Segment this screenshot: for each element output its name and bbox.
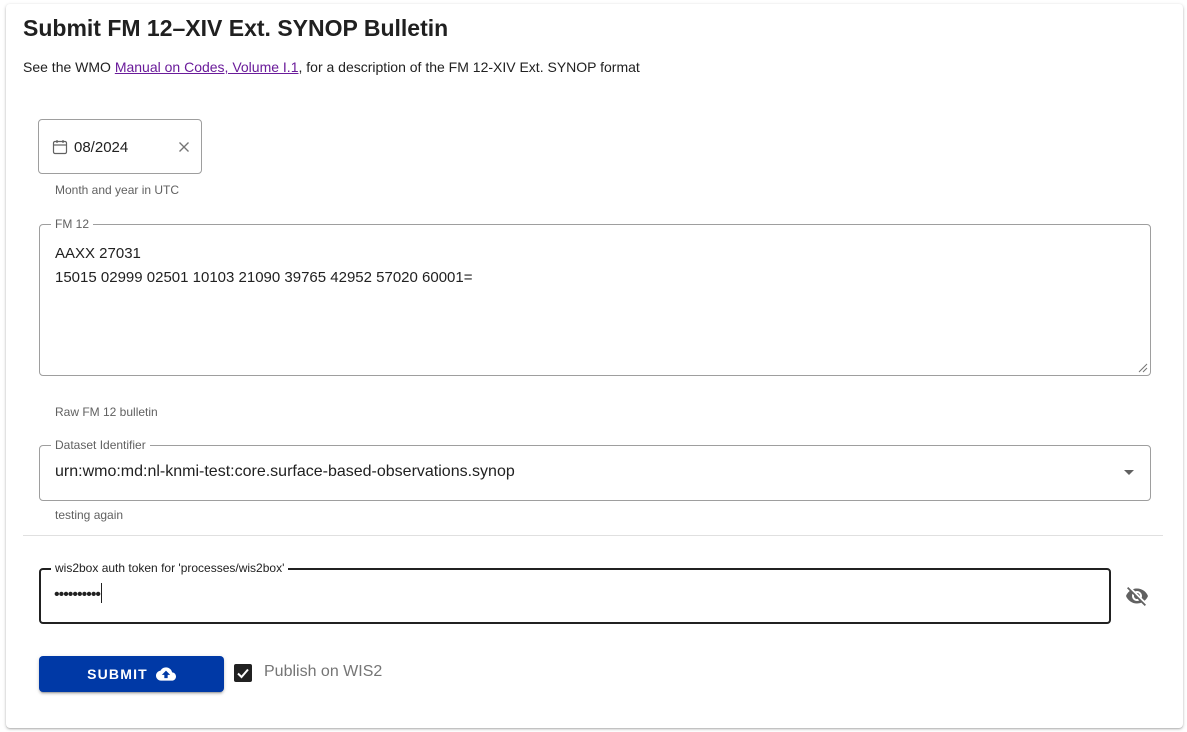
calendar-icon [52, 140, 68, 155]
section-divider [23, 535, 1163, 536]
month-year-field[interactable]: 08/2024 [38, 119, 202, 174]
cloud-upload-icon [155, 667, 176, 681]
resize-handle-icon[interactable] [1138, 363, 1148, 373]
submit-button[interactable]: SUBMIT [39, 656, 224, 692]
publish-checkbox-label[interactable]: Publish on WIS2 [264, 663, 382, 681]
manual-on-codes-link[interactable]: Manual on Codes, Volume I.1 [115, 59, 299, 75]
dataset-identifier-value: urn:wmo:md:nl-knmi-test:core.surface-bas… [55, 463, 515, 480]
subtitle-text-before: See the WMO [23, 59, 115, 75]
dataset-identifier-select[interactable]: Dataset Identifier urn:wmo:md:nl-knmi-te… [39, 438, 1151, 501]
subtitle-text-after: , for a description of the FM 12-XIV Ext… [298, 59, 640, 75]
month-year-value: 08/2024 [74, 139, 129, 156]
dataset-identifier-hint: testing again [55, 508, 124, 522]
submit-button-label: SUBMIT [87, 666, 148, 682]
submit-bulletin-card: Submit FM 12–XIV Ext. SYNOP Bulletin See… [6, 4, 1183, 728]
fm12-textarea[interactable]: FM 12 AAXX 27031 15015 02999 02501 10103… [39, 217, 1151, 376]
page-title: Submit FM 12–XIV Ext. SYNOP Bulletin [23, 15, 449, 41]
month-year-hint: Month and year in UTC [55, 183, 180, 197]
text-caret [101, 583, 103, 603]
auth-token-field[interactable]: wis2box auth token for 'processes/wis2bo… [39, 561, 1111, 624]
publish-checkbox[interactable] [234, 664, 252, 682]
auth-token-value: •••••••••• [54, 583, 103, 604]
eye-off-icon[interactable] [1125, 584, 1149, 608]
fm12-label: FM 12 [51, 217, 94, 231]
auth-token-masked-text: •••••••••• [54, 586, 101, 603]
close-icon[interactable] [176, 139, 192, 155]
checkmark-icon [237, 668, 249, 679]
fm12-hint: Raw FM 12 bulletin [55, 405, 158, 419]
page-subtitle: See the WMO Manual on Codes, Volume I.1,… [23, 59, 640, 75]
chevron-down-icon[interactable] [1124, 470, 1134, 475]
dataset-identifier-label: Dataset Identifier [51, 438, 150, 452]
auth-token-label: wis2box auth token for 'processes/wis2bo… [51, 561, 289, 575]
fm12-value: AAXX 27031 15015 02999 02501 10103 21090… [55, 245, 473, 286]
